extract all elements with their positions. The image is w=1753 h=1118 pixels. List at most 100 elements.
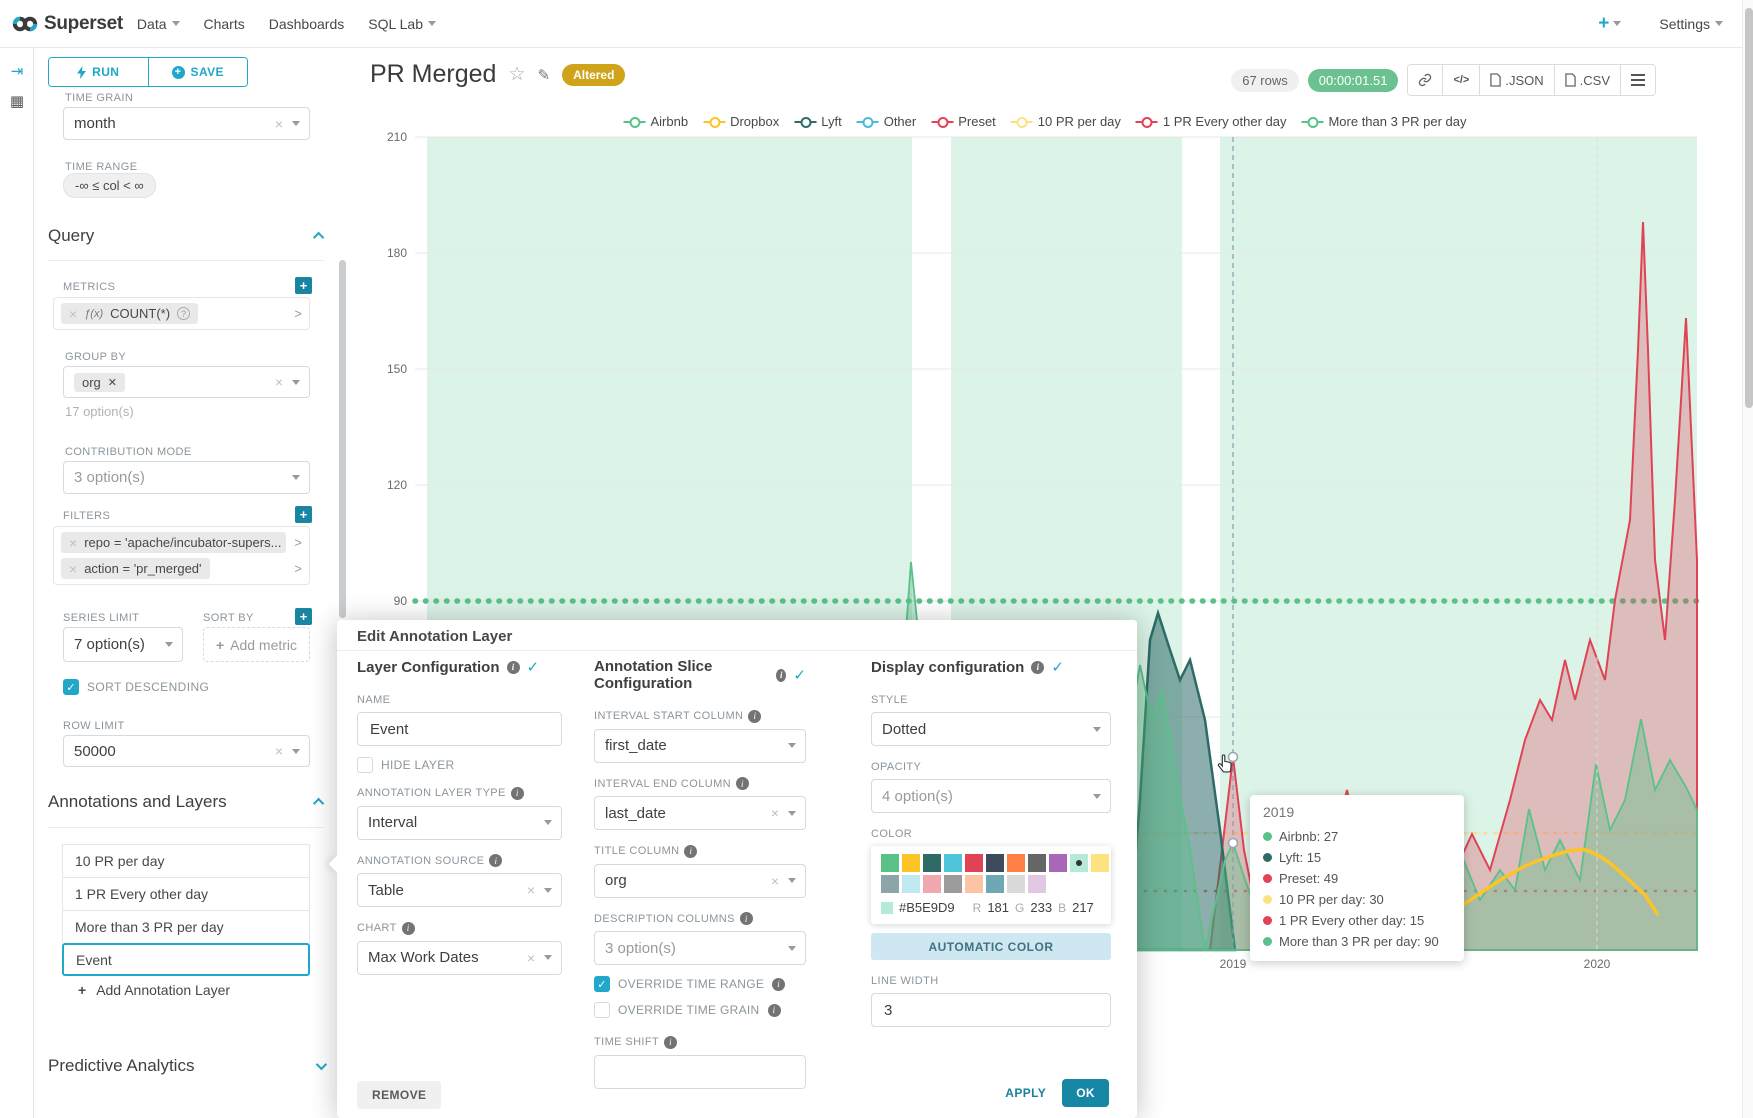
datasource-grid-icon[interactable]: ▦ bbox=[0, 86, 34, 116]
group-by-select[interactable]: org✕ × bbox=[63, 366, 310, 398]
legend-item[interactable]: 10 PR per day bbox=[1011, 114, 1121, 129]
legend-item[interactable]: More than 3 PR per day bbox=[1301, 114, 1466, 129]
info-icon[interactable]: i bbox=[664, 1036, 677, 1049]
time-shift-input[interactable] bbox=[594, 1055, 806, 1089]
clear-icon[interactable]: × bbox=[275, 375, 283, 389]
remove-chip-icon[interactable]: ✕ bbox=[108, 376, 117, 389]
scrollbar-thumb[interactable] bbox=[1745, 8, 1753, 408]
legend-item[interactable]: Other bbox=[857, 114, 917, 129]
filter-row[interactable]: ×repo = 'apache/incubator-supers... > bbox=[61, 532, 302, 553]
nav-item-sql-lab[interactable]: SQL Lab bbox=[368, 16, 436, 32]
rgb-g-value[interactable]: 233 bbox=[1030, 900, 1052, 915]
annotations-section-header[interactable]: Annotations and Layers bbox=[48, 792, 324, 812]
color-swatch[interactable] bbox=[1091, 854, 1109, 872]
chart-menu-button[interactable] bbox=[1621, 65, 1655, 95]
legend-item[interactable]: Dropbox bbox=[703, 114, 779, 129]
info-icon[interactable]: i bbox=[772, 978, 785, 991]
info-icon[interactable]: i bbox=[402, 922, 415, 935]
clear-icon[interactable]: × bbox=[771, 806, 779, 820]
annotation-layer-item-selected[interactable]: Event bbox=[62, 943, 310, 976]
hide-layer-row[interactable]: HIDE LAYER bbox=[357, 757, 562, 773]
override-time-range-checkbox[interactable]: ✓ bbox=[594, 976, 610, 992]
color-swatch[interactable] bbox=[1028, 854, 1046, 872]
legend-item[interactable]: Preset bbox=[931, 114, 996, 129]
nav-item-data[interactable]: Data bbox=[137, 16, 180, 32]
legend-item[interactable]: Airbnb bbox=[624, 114, 689, 129]
apply-button[interactable]: APPLY bbox=[1005, 1086, 1046, 1100]
color-swatch[interactable] bbox=[923, 875, 941, 893]
sort-descending-row[interactable]: ✓ SORT DESCENDING bbox=[63, 679, 209, 695]
export-csv-button[interactable]: .CSV bbox=[1555, 65, 1621, 95]
settings-menu[interactable]: Settings bbox=[1659, 16, 1723, 32]
edit-properties-icon[interactable]: ✎ bbox=[538, 66, 551, 84]
rgb-b-value[interactable]: 217 bbox=[1072, 900, 1094, 915]
nav-item-dashboards[interactable]: Dashboards bbox=[269, 16, 345, 32]
hide-layer-checkbox[interactable] bbox=[357, 757, 373, 773]
time-range-pill[interactable]: -∞ ≤ col < ∞ bbox=[63, 173, 156, 198]
color-swatch[interactable] bbox=[986, 854, 1004, 872]
time-grain-select[interactable]: month × bbox=[63, 107, 310, 140]
color-swatch[interactable] bbox=[881, 875, 899, 893]
embed-code-button[interactable]: </> bbox=[1443, 65, 1480, 95]
color-swatch[interactable] bbox=[902, 854, 920, 872]
color-swatch[interactable] bbox=[944, 854, 962, 872]
info-icon[interactable]: i bbox=[507, 661, 520, 674]
title-column-select[interactable]: org × bbox=[594, 864, 806, 898]
opacity-select[interactable]: 4 option(s) bbox=[871, 779, 1111, 813]
expand-caret-icon[interactable]: > bbox=[294, 306, 302, 321]
predictive-analytics-header[interactable]: Predictive Analytics bbox=[48, 1056, 324, 1076]
color-swatch[interactable] bbox=[1070, 854, 1088, 872]
clear-icon[interactable]: × bbox=[275, 744, 283, 758]
annotation-layer-type-select[interactable]: Interval bbox=[357, 806, 562, 840]
info-icon[interactable]: i bbox=[489, 854, 502, 867]
color-swatch[interactable] bbox=[944, 875, 962, 893]
sort-by-add-metric[interactable]: +Add metric bbox=[203, 627, 310, 662]
remove-filter-icon[interactable]: × bbox=[69, 536, 77, 550]
add-metric-button[interactable]: + bbox=[295, 277, 312, 294]
metric-row[interactable]: ×ƒ(x)COUNT(*)? > bbox=[53, 297, 310, 330]
color-swatch[interactable] bbox=[1007, 854, 1025, 872]
page-scrollbar[interactable] bbox=[1742, 0, 1753, 1118]
panel-scrollbar[interactable] bbox=[339, 260, 346, 618]
rgb-r-value[interactable]: 181 bbox=[987, 900, 1009, 915]
row-limit-select[interactable]: 50000 × bbox=[63, 735, 310, 767]
annotation-layer-item[interactable]: 1 PR Every other day bbox=[62, 877, 310, 910]
color-swatch[interactable] bbox=[1007, 875, 1025, 893]
info-icon[interactable]: i bbox=[740, 912, 753, 925]
save-button[interactable]: + SAVE bbox=[149, 58, 248, 86]
automatic-color-button[interactable]: AUTOMATIC COLOR bbox=[871, 933, 1111, 960]
override-time-grain-row[interactable]: OVERRIDE TIME GRAINi bbox=[594, 1002, 806, 1018]
info-icon[interactable]: i bbox=[776, 669, 786, 682]
favorite-star-icon[interactable]: ☆ bbox=[508, 63, 525, 86]
superset-logo[interactable]: Superset bbox=[12, 13, 123, 35]
contribution-mode-select[interactable]: 3 option(s) bbox=[63, 461, 310, 494]
remove-metric-icon[interactable]: × bbox=[69, 307, 77, 321]
export-json-button[interactable]: .JSON bbox=[1480, 65, 1554, 95]
chart-select[interactable]: Max Work Dates × bbox=[357, 941, 562, 975]
color-swatch[interactable] bbox=[1028, 875, 1046, 893]
info-icon[interactable]: i bbox=[1031, 661, 1044, 674]
add-filter-button[interactable]: + bbox=[295, 506, 312, 523]
color-swatch[interactable] bbox=[881, 854, 899, 872]
override-time-grain-checkbox[interactable] bbox=[594, 1002, 610, 1018]
clear-icon[interactable]: × bbox=[527, 951, 535, 965]
new-item-button[interactable]: + bbox=[1598, 13, 1621, 35]
ok-button[interactable]: OK bbox=[1062, 1079, 1109, 1107]
interval-end-select[interactable]: last_date × bbox=[594, 796, 806, 830]
info-icon[interactable]: i bbox=[511, 787, 524, 800]
color-swatch[interactable] bbox=[965, 875, 983, 893]
interval-start-select[interactable]: first_date bbox=[594, 729, 806, 763]
style-select[interactable]: Dotted bbox=[871, 712, 1111, 746]
run-button[interactable]: RUN bbox=[49, 58, 149, 86]
clear-icon[interactable]: × bbox=[527, 883, 535, 897]
add-annotation-layer-button[interactable]: +Add Annotation Layer bbox=[78, 982, 230, 998]
color-swatch[interactable] bbox=[1049, 854, 1067, 872]
annotation-source-select[interactable]: Table × bbox=[357, 873, 562, 907]
expand-caret-icon[interactable]: > bbox=[294, 535, 302, 550]
clear-icon[interactable]: × bbox=[771, 874, 779, 888]
info-icon[interactable]: i bbox=[748, 710, 761, 723]
override-time-range-row[interactable]: ✓ OVERRIDE TIME RANGEi bbox=[594, 976, 806, 992]
description-columns-select[interactable]: 3 option(s) bbox=[594, 931, 806, 965]
hex-value[interactable]: #B5E9D9 bbox=[899, 900, 955, 915]
series-limit-select[interactable]: 7 option(s) bbox=[63, 627, 183, 662]
